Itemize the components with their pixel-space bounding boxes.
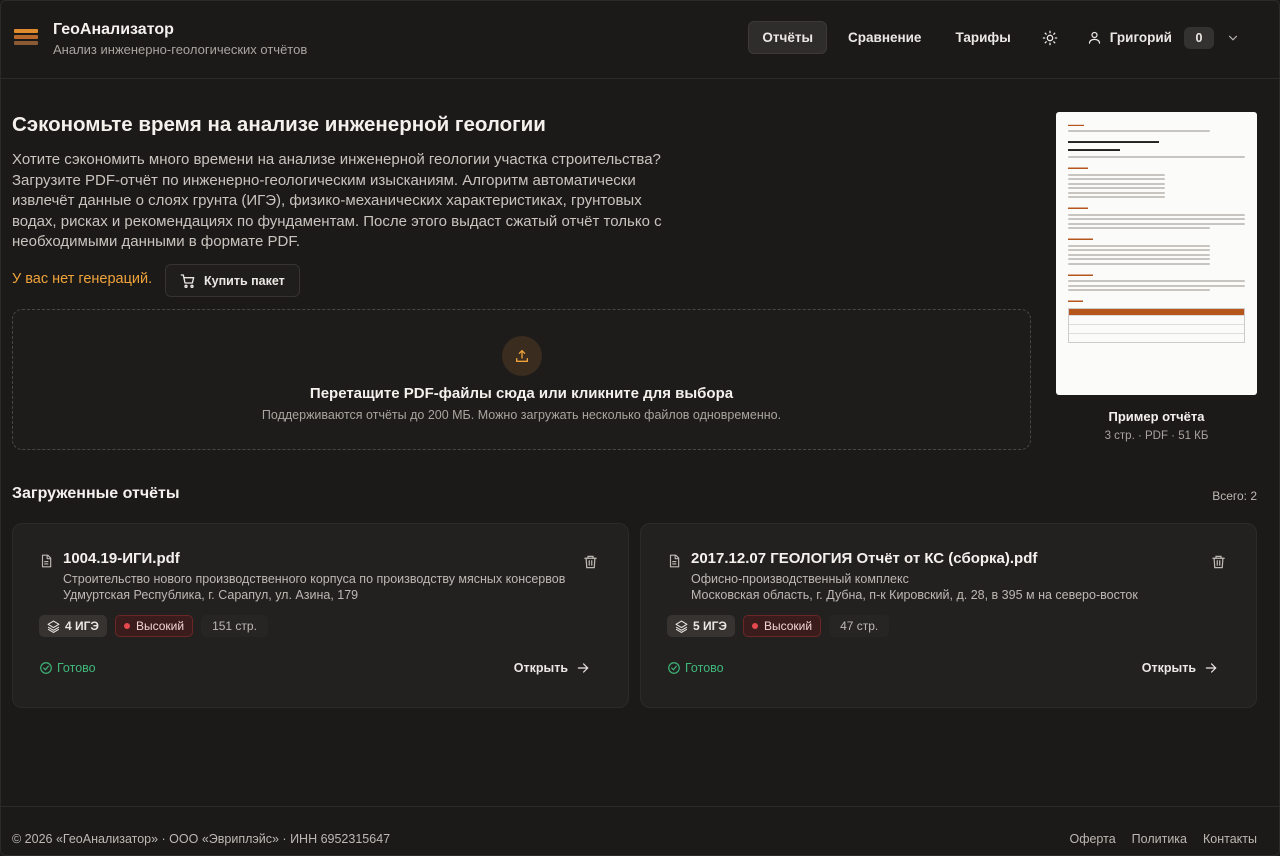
- upload-icon: [516, 350, 528, 362]
- thumb-brand-mark: ▬▬▬▬: [1068, 122, 1084, 127]
- app-title: ГеоАнализатор: [53, 20, 174, 38]
- hero-description: Хотите сэкономить много времени на анали…: [12, 151, 662, 251]
- uploaded-total: Всего: 2: [1212, 489, 1257, 503]
- trash-icon[interactable]: [583, 554, 598, 570]
- page-count: 47 стр.: [829, 615, 890, 637]
- status-label: Готово: [57, 661, 96, 675]
- report-description: Строительство нового производственного к…: [63, 572, 566, 586]
- buy-package-button[interactable]: Купить пакет: [165, 264, 300, 297]
- nav-compare[interactable]: Сравнение: [835, 21, 934, 54]
- trash-icon[interactable]: [1211, 554, 1226, 570]
- arrow-right-icon: [577, 663, 589, 673]
- risk-badge: Высокий: [114, 615, 194, 637]
- user-menu[interactable]: Григорий 0: [1087, 26, 1248, 49]
- app-header: ГеоАнализатор Анализ инженерно-геологиче…: [0, 0, 1280, 79]
- report-card[interactable]: 1004.19-ИГИ.pdf Строительство нового про…: [12, 523, 629, 708]
- report-description: Офисно-производственный комплекс: [691, 572, 909, 586]
- open-report-link[interactable]: Открыть: [514, 661, 590, 675]
- dropzone-title: Перетащите PDF-файлы сюда или кликните д…: [309, 385, 734, 402]
- page-footer: © 2026 «ГеоАнализатор» · ООО «Эвриплэйс»…: [0, 806, 1280, 856]
- credits-badge: 0: [1184, 26, 1214, 49]
- arrow-right-icon: [1205, 663, 1217, 673]
- thumb-title-block: ▬▬▬▬▬▬▬▬▬▬▬▬▬▬ ▬▬▬▬▬▬▬▬: [1068, 137, 1159, 153]
- thumb-table: [1068, 308, 1245, 343]
- report-card[interactable]: 2017.12.07 ГЕОЛОГИЯ Отчёт от КС (сборка)…: [640, 523, 1257, 708]
- user-icon: [1088, 31, 1100, 44]
- nav-pricing[interactable]: Тарифы: [942, 21, 1023, 54]
- cart-icon: [180, 273, 195, 288]
- file-icon: [41, 554, 52, 568]
- page-count: 151 стр.: [201, 615, 268, 637]
- thumb-section: ▬▬▬▬▬: [1068, 236, 1093, 242]
- report-badges: 4 ИГЭ Высокий 151 стр.: [39, 615, 268, 637]
- chevron-down-icon: [1228, 35, 1238, 41]
- check-circle-icon: [40, 662, 52, 674]
- risk-badge: Высокий: [742, 615, 822, 637]
- report-status: Готово: [667, 661, 724, 675]
- no-generations-text: У вас нет генераций.: [12, 271, 153, 287]
- file-icon: [669, 554, 680, 568]
- copyright-text: © 2026 «ГеоАнализатор» · ООО «Эвриплэйс»…: [12, 832, 391, 846]
- buy-package-label: Купить пакет: [204, 273, 285, 288]
- risk-level: Высокий: [135, 619, 185, 633]
- dropzone-subtitle: Поддерживаются отчёты до 200 МБ. Можно з…: [261, 408, 782, 422]
- brand: ГеоАнализатор Анализ инженерно-геологиче…: [53, 20, 307, 59]
- layers-icon: [47, 620, 60, 633]
- ige-count: 5 ИГЭ: [693, 619, 727, 633]
- risk-dot-icon: [123, 623, 130, 629]
- report-status: Готово: [39, 661, 96, 675]
- main-nav: Отчёты Сравнение Тарифы Григорий 0: [740, 21, 1248, 54]
- report-file-name: 1004.19-ИГИ.pdf: [63, 550, 180, 567]
- user-name: Григорий: [1109, 30, 1172, 45]
- app-logo-icon: [14, 29, 38, 49]
- upload-icon-wrap: [502, 336, 542, 376]
- risk-dot-icon: [751, 623, 758, 629]
- thumb-section: ▬▬▬▬: [1068, 205, 1088, 211]
- report-address: Московская область, г. Дубна, п-к Кировс…: [691, 588, 1138, 602]
- open-label: Открыть: [1141, 661, 1196, 675]
- footer-link-contacts[interactable]: Контакты: [1203, 832, 1257, 846]
- thumb-section: ▬▬▬▬: [1068, 165, 1088, 171]
- layers-icon: [675, 620, 688, 633]
- check-circle-icon: [668, 662, 680, 674]
- ige-badge: 4 ИГЭ: [39, 615, 107, 637]
- footer-link-policy[interactable]: Политика: [1132, 832, 1187, 846]
- footer-link-offer[interactable]: Оферта: [1069, 832, 1115, 846]
- ige-badge: 5 ИГЭ: [667, 615, 735, 637]
- ige-count: 4 ИГЭ: [65, 619, 99, 633]
- report-badges: 5 ИГЭ Высокий 47 стр.: [667, 615, 890, 637]
- report-address: Удмуртская Республика, г. Сарапул, ул. А…: [63, 588, 359, 602]
- footer-links: Оферта Политика Контакты: [1053, 832, 1257, 846]
- report-file-name: 2017.12.07 ГЕОЛОГИЯ Отчёт от КС (сборка)…: [691, 550, 1038, 567]
- thumb-section: ▬▬▬: [1068, 298, 1083, 304]
- theme-toggle-button[interactable]: [1034, 21, 1067, 54]
- status-label: Готово: [685, 661, 724, 675]
- thumb-section: ▬▬▬▬▬: [1068, 271, 1093, 278]
- risk-level: Высокий: [763, 619, 813, 633]
- sample-report-thumbnail[interactable]: ▬▬▬▬ ▬▬▬▬▬▬▬▬▬▬▬▬▬▬ ▬▬▬▬▬▬▬▬ ▬▬▬▬ ▬▬▬▬ ▬▬…: [1056, 112, 1257, 395]
- hero-title: Сэкономьте время на анализе инженерной г…: [12, 113, 546, 136]
- sample-report-meta: 3 стр. · PDF · 51 КБ: [1104, 430, 1209, 442]
- app-subtitle: Анализ инженерно-геологических отчётов: [53, 41, 308, 57]
- open-report-link[interactable]: Открыть: [1142, 661, 1218, 675]
- open-label: Открыть: [513, 661, 568, 675]
- sample-report-title[interactable]: Пример отчёта: [1056, 409, 1257, 424]
- uploaded-reports-title: Загруженные отчёты: [12, 485, 180, 502]
- upload-dropzone[interactable]: Перетащите PDF-файлы сюда или кликните д…: [12, 309, 1031, 450]
- sun-icon: [1042, 30, 1058, 45]
- nav-reports[interactable]: Отчёты: [748, 21, 828, 54]
